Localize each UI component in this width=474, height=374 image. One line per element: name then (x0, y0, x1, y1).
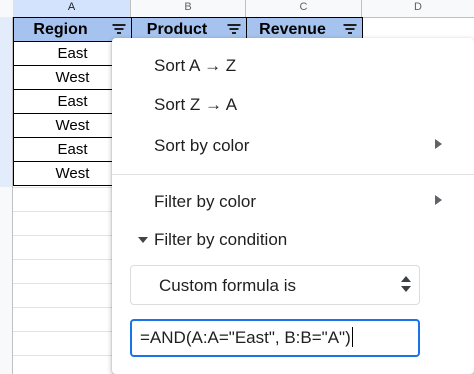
text-cursor (351, 327, 353, 347)
menu-item-filter-by-color[interactable]: Filter by color (112, 183, 474, 221)
select-arrows-icon (401, 276, 411, 294)
selected-rows-highlight (0, 17, 12, 187)
row-header-gutter[interactable] (0, 17, 13, 374)
custom-formula-value: =AND(A:A="East", B:B="A") (140, 328, 351, 347)
column-header-b[interactable]: B (131, 0, 246, 17)
menu-item-label: Sort Z → A (154, 95, 238, 114)
section-filter-by-condition[interactable]: Filter by condition (112, 221, 474, 259)
submenu-arrow-icon (435, 195, 442, 205)
caret-down-icon (138, 237, 148, 243)
menu-item-label: Sort A → Z (154, 56, 237, 75)
menu-item-label: Filter by color (154, 192, 257, 211)
submenu-arrow-icon (435, 139, 442, 149)
menu-item-sort-z-a[interactable]: Sort Z → A (112, 86, 474, 124)
filter-icon[interactable] (112, 24, 125, 35)
menu-divider (112, 174, 474, 175)
section-label: Filter by condition (154, 230, 288, 249)
column-header-row: A B C D (0, 0, 474, 18)
menu-item-sort-by-color[interactable]: Sort by color (112, 127, 474, 165)
column-header-c[interactable]: C (246, 0, 362, 17)
menu-item-sort-a-z[interactable]: Sort A → Z (112, 47, 474, 85)
condition-select[interactable]: Custom formula is (130, 265, 420, 305)
header-label-product: Product (146, 21, 208, 38)
filter-icon[interactable] (343, 24, 356, 35)
header-label-region: Region (33, 21, 88, 38)
header-label-revenue: Revenue (259, 21, 326, 38)
filter-icon[interactable] (227, 24, 240, 35)
menu-item-label: Sort by color (154, 136, 250, 155)
filter-menu: Sort A → Z Sort Z → A Sort by color Filt… (112, 38, 474, 374)
column-header-a[interactable]: A (13, 0, 131, 17)
column-header-d[interactable]: D (362, 0, 474, 17)
custom-formula-input[interactable]: =AND(A:A="East", B:B="A") (130, 319, 420, 357)
condition-select-value: Custom formula is (159, 276, 296, 295)
